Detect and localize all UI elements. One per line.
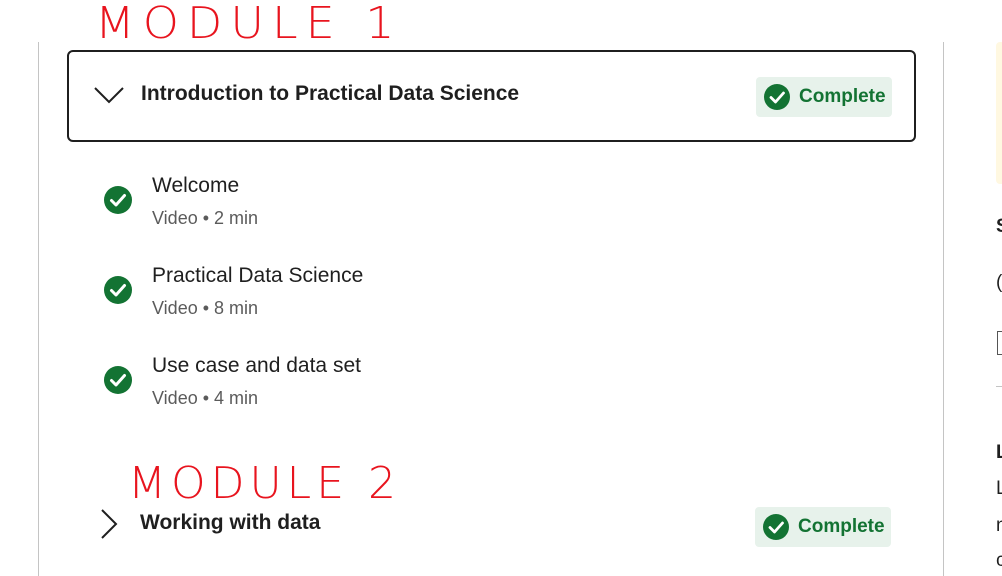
content-right-border bbox=[943, 42, 944, 576]
item-meta: Video • 4 min bbox=[152, 388, 259, 408]
module-title: Working with data bbox=[140, 511, 321, 534]
right-panel-divider bbox=[996, 386, 1002, 387]
check-circle-icon bbox=[764, 84, 790, 110]
item-title[interactable]: Welcome bbox=[152, 174, 239, 198]
right-panel-text: L bbox=[996, 442, 1002, 463]
content-left-border bbox=[38, 42, 39, 576]
chevron-down-icon[interactable] bbox=[93, 86, 125, 104]
status-badge: Complete bbox=[756, 77, 892, 117]
right-panel-text: n bbox=[996, 515, 1002, 536]
item-meta: Video • 8 min bbox=[152, 298, 259, 318]
status-label: Complete bbox=[798, 516, 885, 537]
item-title[interactable]: Use case and data set bbox=[152, 354, 361, 378]
status-label: Complete bbox=[799, 86, 886, 107]
right-panel-text: c bbox=[996, 550, 1002, 571]
item-meta: Video • 2 min bbox=[152, 208, 259, 228]
module-title: Introduction to Practical Data Science bbox=[141, 82, 520, 105]
check-circle-icon bbox=[763, 514, 789, 540]
check-circle-icon bbox=[104, 186, 132, 214]
check-circle-icon bbox=[104, 366, 132, 394]
module-header-1[interactable]: Introduction to Practical Data Science C… bbox=[67, 50, 916, 142]
chevron-right-icon[interactable] bbox=[100, 508, 118, 540]
right-panel-notice bbox=[996, 42, 1002, 184]
status-badge: Complete bbox=[755, 507, 891, 547]
item-title[interactable]: Practical Data Science bbox=[152, 264, 363, 288]
right-panel-text: S bbox=[996, 216, 1002, 238]
module-header-2[interactable]: Working with data Complete bbox=[67, 498, 916, 556]
check-circle-icon bbox=[104, 276, 132, 304]
right-panel-text: ( bbox=[996, 272, 1002, 293]
right-panel-checkbox[interactable] bbox=[997, 331, 1002, 355]
right-panel-text: L bbox=[996, 478, 1002, 499]
annotation-module-1: MODULE 1 bbox=[95, 0, 403, 49]
